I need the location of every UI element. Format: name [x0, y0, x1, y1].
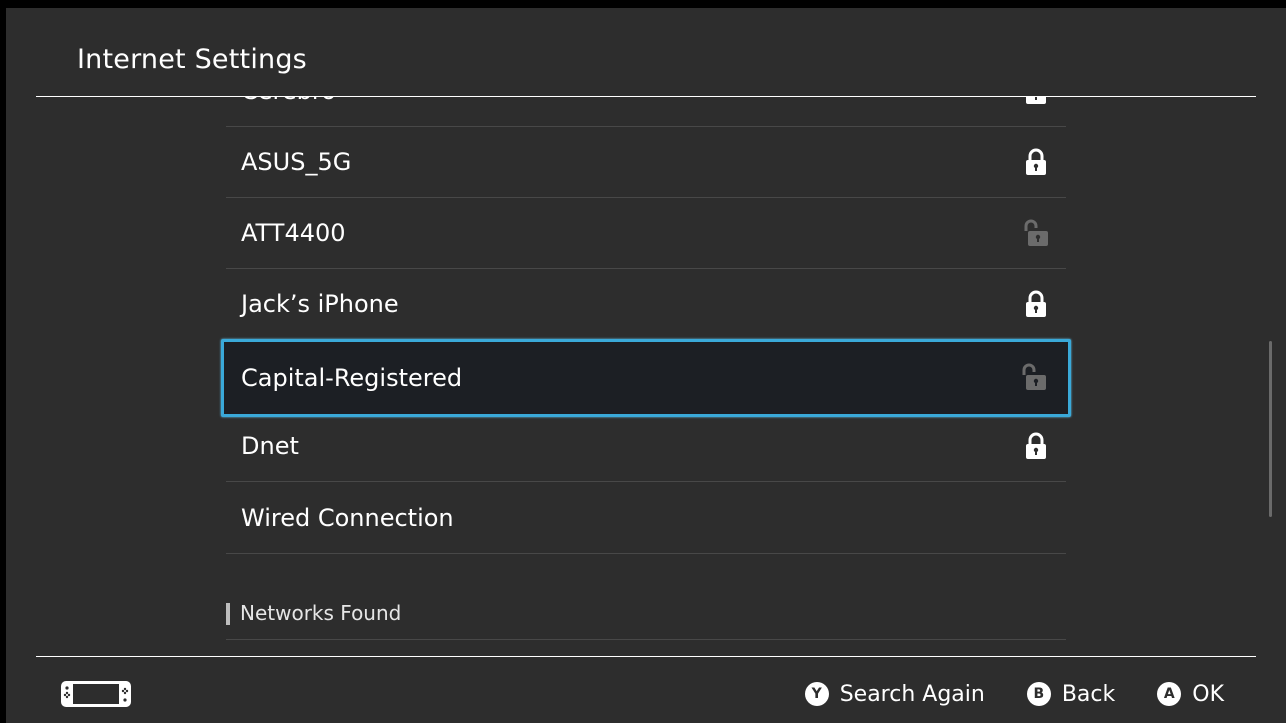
back-label: Back: [1061, 681, 1116, 707]
handheld-console-icon: [61, 681, 131, 707]
ok-button[interactable]: A OK: [1157, 682, 1224, 707]
back-button[interactable]: B Back: [1026, 681, 1116, 707]
ok-label: OK: [1192, 681, 1224, 707]
footer-divider: [36, 656, 1256, 657]
y-button-icon: Y: [804, 682, 829, 706]
lock-closed-icon: [1026, 432, 1046, 459]
internet-settings-screen: Internet Settings Cerebro ASUS_5G ATT440…: [0, 0, 1286, 723]
network-name: ATT4400: [241, 219, 346, 247]
network-row-asus-5g[interactable]: ASUS_5G: [226, 127, 1066, 198]
network-name: Cerebro: [241, 97, 336, 126]
top-frame-edge: [0, 0, 1286, 8]
network-row-capital-registered-selected[interactable]: Capital-Registered: [221, 339, 1071, 417]
network-name: Wired Connection: [241, 504, 454, 532]
network-name: ASUS_5G: [241, 148, 352, 176]
section-label: Networks Found: [240, 601, 402, 625]
networks-found-section-header: Networks Found: [226, 599, 1066, 640]
footer-button-guide: Y Search Again B Back A OK: [804, 677, 1224, 711]
section-accent-bar: [226, 603, 230, 625]
b-button-icon: B: [1026, 682, 1051, 706]
network-name: Dnet: [241, 432, 299, 460]
network-row-jacks-iphone[interactable]: Jack’s iPhone: [226, 269, 1066, 340]
lock-open-icon: [1024, 219, 1048, 246]
page-title: Internet Settings: [77, 44, 307, 75]
a-button-icon: A: [1157, 682, 1182, 706]
network-row-att4400[interactable]: ATT4400: [226, 198, 1066, 269]
network-row-wired-connection[interactable]: Wired Connection: [226, 483, 1066, 554]
lock-open-icon: [1022, 363, 1046, 390]
search-again-label: Search Again: [839, 681, 985, 707]
scrollbar[interactable]: [1269, 341, 1272, 517]
network-row-dnet[interactable]: Dnet: [226, 411, 1066, 482]
lock-closed-icon: [1026, 97, 1046, 104]
network-name: Capital-Registered: [241, 364, 463, 392]
network-row-cerebro[interactable]: Cerebro: [226, 97, 1066, 127]
lock-closed-icon: [1026, 148, 1046, 175]
lock-closed-icon: [1026, 290, 1046, 317]
network-name: Jack’s iPhone: [241, 290, 399, 318]
search-again-button[interactable]: Y Search Again: [804, 681, 985, 707]
